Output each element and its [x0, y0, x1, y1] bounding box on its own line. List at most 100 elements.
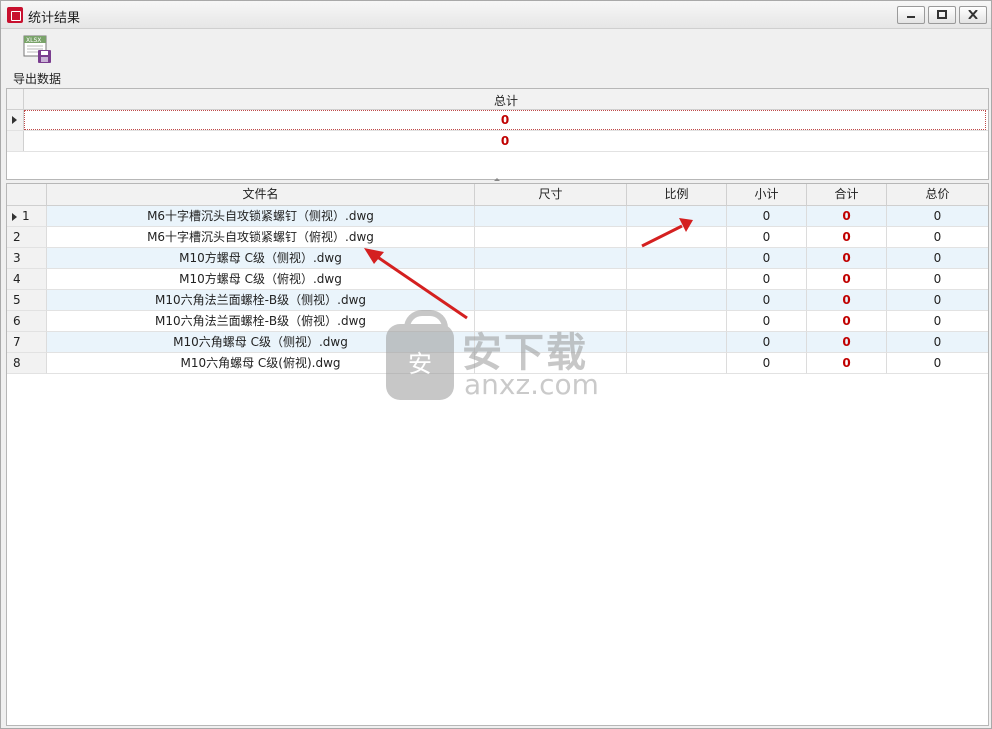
ratio-cell[interactable] — [627, 290, 727, 311]
row-number-header — [7, 184, 47, 205]
summary-row[interactable]: 0 — [7, 110, 988, 131]
summary-grid-header: 总计 — [7, 89, 988, 110]
row-number: 2 — [13, 230, 21, 244]
column-header-total-price[interactable]: 总价 — [887, 184, 988, 205]
table-row[interactable]: 1 M6十字槽沉头自攻锁紧螺钉（侧视）.dwg 0 0 0 — [7, 206, 988, 227]
watermark-shield-char: 安 — [408, 350, 432, 378]
ratio-cell[interactable] — [627, 311, 727, 332]
excel-export-icon: XLSX — [23, 35, 51, 63]
row-number: 5 — [13, 293, 21, 307]
window-title: 统计结果 — [28, 11, 81, 26]
total-cell[interactable]: 0 — [807, 206, 887, 227]
total-cell[interactable]: 0 — [807, 269, 887, 290]
size-cell[interactable] — [475, 206, 627, 227]
size-cell[interactable] — [475, 269, 627, 290]
row-number: 6 — [13, 314, 21, 328]
table-row[interactable]: 2 M6十字槽沉头自攻锁紧螺钉（俯视）.dwg 0 0 0 — [7, 227, 988, 248]
watermark-en-text: anxz.com — [464, 368, 599, 401]
row-number-cell: 2 — [7, 227, 47, 248]
ratio-cell[interactable] — [627, 206, 727, 227]
column-header-total[interactable]: 合计 — [807, 184, 887, 205]
subtotal-cell[interactable]: 0 — [727, 227, 807, 248]
subtotal-cell[interactable]: 0 — [727, 353, 807, 374]
row-number: 1 — [22, 209, 30, 223]
minimize-icon — [907, 16, 915, 18]
row-number: 3 — [13, 251, 21, 265]
subtotal-cell[interactable]: 0 — [727, 248, 807, 269]
size-cell[interactable] — [475, 248, 627, 269]
close-button[interactable] — [959, 6, 987, 24]
summary-total-value[interactable]: 0 — [24, 110, 986, 130]
price-cell[interactable]: 0 — [887, 248, 988, 269]
size-cell[interactable] — [475, 227, 627, 248]
table-row[interactable]: 3 M10方螺母 C级（侧视）.dwg 0 0 0 — [7, 248, 988, 269]
price-cell[interactable]: 0 — [887, 227, 988, 248]
column-header-file-name[interactable]: 文件名 — [47, 184, 475, 205]
ratio-cell[interactable] — [627, 248, 727, 269]
table-row[interactable]: 5 M10六角法兰面螺栓-B级（侧视）.dwg 0 0 0 — [7, 290, 988, 311]
row-number-cell: 6 — [7, 311, 47, 332]
current-row-icon — [12, 116, 17, 124]
row-number: 7 — [13, 335, 21, 349]
row-number-cell: 1 — [7, 206, 47, 227]
minimize-button[interactable] — [897, 6, 925, 24]
summary-total-value[interactable]: 0 — [24, 131, 986, 151]
column-header-total-sum[interactable]: 总计 — [24, 92, 988, 109]
price-cell[interactable]: 0 — [887, 269, 988, 290]
file-name-cell[interactable]: M10六角法兰面螺栓-B级（侧视）.dwg — [47, 290, 475, 311]
row-number: 8 — [13, 356, 21, 370]
subtotal-cell[interactable]: 0 — [727, 269, 807, 290]
total-cell[interactable]: 0 — [807, 248, 887, 269]
export-data-button[interactable]: XLSX 导出数据 — [9, 33, 67, 86]
row-number: 4 — [13, 272, 21, 286]
summary-row[interactable]: 0 — [7, 131, 988, 152]
price-cell[interactable]: 0 — [887, 290, 988, 311]
file-name-cell[interactable]: M6十字槽沉头自攻锁紧螺钉（俯视）.dwg — [47, 227, 475, 248]
total-cell[interactable]: 0 — [807, 227, 887, 248]
subtotal-cell[interactable]: 0 — [727, 206, 807, 227]
current-row-icon — [12, 213, 17, 221]
app-icon — [7, 7, 23, 23]
subtotal-cell[interactable]: 0 — [727, 311, 807, 332]
subtotal-cell[interactable]: 0 — [727, 332, 807, 353]
row-number-cell: 5 — [7, 290, 47, 311]
splitter-grip-icon — [494, 178, 500, 181]
ratio-cell[interactable] — [627, 227, 727, 248]
maximize-button[interactable] — [928, 6, 956, 24]
column-header-ratio[interactable]: 比例 — [627, 184, 727, 205]
total-cell[interactable]: 0 — [807, 290, 887, 311]
row-number-cell: 7 — [7, 332, 47, 353]
close-icon — [968, 10, 978, 19]
export-data-label: 导出数据 — [13, 72, 62, 86]
svg-text:XLSX: XLSX — [26, 37, 41, 44]
file-statistics-grid: 文件名 尺寸 比例 小计 合计 总价 1 M6十字槽沉头自攻锁紧螺钉（侧视）.d… — [6, 183, 989, 726]
total-cell[interactable]: 0 — [807, 332, 887, 353]
ratio-cell[interactable] — [627, 269, 727, 290]
subtotal-cell[interactable]: 0 — [727, 290, 807, 311]
file-grid-header: 文件名 尺寸 比例 小计 合计 总价 — [7, 184, 988, 206]
column-header-size[interactable]: 尺寸 — [475, 184, 627, 205]
table-row[interactable]: 4 M10方螺母 C级（俯视）.dwg 0 0 0 — [7, 269, 988, 290]
price-cell[interactable]: 0 — [887, 353, 988, 374]
total-cell[interactable]: 0 — [807, 311, 887, 332]
row-indicator — [7, 110, 24, 130]
title-bar[interactable]: 统计结果 — [1, 1, 991, 29]
price-cell[interactable]: 0 — [887, 206, 988, 227]
toolbar: XLSX 导出数据 — [1, 29, 991, 87]
ratio-cell[interactable] — [627, 353, 727, 374]
ratio-cell[interactable] — [627, 332, 727, 353]
maximize-icon — [937, 10, 947, 19]
row-indicator — [7, 131, 24, 151]
total-cell[interactable]: 0 — [807, 353, 887, 374]
file-name-cell[interactable]: M10方螺母 C级（俯视）.dwg — [47, 269, 475, 290]
price-cell[interactable]: 0 — [887, 332, 988, 353]
size-cell[interactable] — [475, 290, 627, 311]
price-cell[interactable]: 0 — [887, 311, 988, 332]
row-number-cell: 3 — [7, 248, 47, 269]
file-name-cell[interactable]: M10方螺母 C级（侧视）.dwg — [47, 248, 475, 269]
watermark-shield-icon: 安 — [386, 310, 454, 400]
column-header-subtotal[interactable]: 小计 — [727, 184, 807, 205]
file-name-cell[interactable]: M6十字槽沉头自攻锁紧螺钉（侧视）.dwg — [47, 206, 475, 227]
summary-grid-corner — [7, 89, 24, 109]
row-number-cell: 8 — [7, 353, 47, 374]
